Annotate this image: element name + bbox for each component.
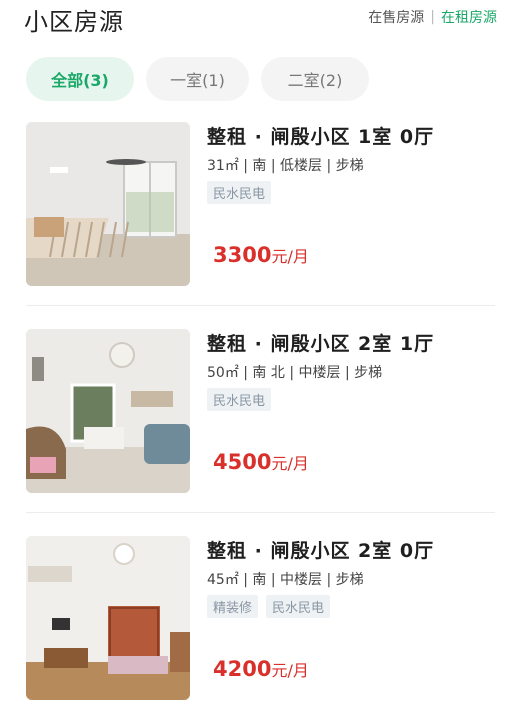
- filter-chip-two-room[interactable]: 二室(2): [261, 57, 369, 101]
- price-unit: 元/月: [271, 454, 309, 473]
- divider: [26, 305, 495, 306]
- divider: [26, 512, 495, 513]
- listing-price: 4500元/月: [213, 450, 309, 474]
- listing-info: 整租 · 闸殷小区 1室 0厅 31㎡ | 南 | 低楼层 | 步梯 民水民电: [207, 122, 495, 204]
- listing-meta: 31㎡ | 南 | 低楼层 | 步梯: [207, 158, 364, 174]
- listing-title: 整租 · 闸殷小区 2室 1厅: [207, 333, 435, 355]
- listing-tags: 精装修 民水民电: [207, 595, 495, 618]
- listing-card[interactable]: 整租 · 闸殷小区 2室 1厅 50㎡ | 南 北 | 中楼层 | 步梯 民水民…: [26, 307, 495, 513]
- listing-card[interactable]: 整租 · 闸殷小区 2室 0厅 45㎡ | 南 | 中楼层 | 步梯 精装修 民…: [26, 514, 495, 720]
- listing-tags: 民水民电: [207, 181, 495, 204]
- price-unit: 元/月: [271, 247, 309, 266]
- link-separator: |: [430, 9, 435, 25]
- listing-tag: 精装修: [207, 595, 259, 618]
- price-value: 3300: [213, 243, 272, 267]
- listing-info: 整租 · 闸殷小区 2室 0厅 45㎡ | 南 | 中楼层 | 步梯 精装修 民…: [207, 536, 495, 618]
- listing-tag: 民水民电: [207, 388, 272, 411]
- listing-photo[interactable]: [26, 536, 190, 700]
- listing-title: 整租 · 闸殷小区 2室 0厅: [207, 540, 435, 562]
- listing-meta: 45㎡ | 南 | 中楼层 | 步梯: [207, 572, 364, 588]
- listing-price: 3300元/月: [213, 243, 309, 267]
- listing-tags: 民水民电: [207, 388, 495, 411]
- price-value: 4500: [213, 450, 272, 474]
- header: 小区房源 在售房源 | 在租房源: [0, 0, 519, 40]
- listing-tag: 民水民电: [266, 595, 331, 618]
- page-title: 小区房源: [24, 8, 124, 36]
- listing-meta: 50㎡ | 南 北 | 中楼层 | 步梯: [207, 365, 383, 381]
- room-filter-bar: 全部(3) 一室(1) 二室(2): [26, 57, 369, 101]
- listing-info: 整租 · 闸殷小区 2室 1厅 50㎡ | 南 北 | 中楼层 | 步梯 民水民…: [207, 329, 495, 411]
- listing-tag: 民水民电: [207, 181, 272, 204]
- price-value: 4200: [213, 657, 272, 681]
- listing-card[interactable]: 整租 · 闸殷小区 1室 0厅 31㎡ | 南 | 低楼层 | 步梯 民水民电 …: [26, 100, 495, 306]
- listing-price: 4200元/月: [213, 657, 309, 681]
- listing-type-switch: 在售房源 | 在租房源: [368, 7, 497, 27]
- listing-photo[interactable]: [26, 122, 190, 286]
- price-unit: 元/月: [271, 661, 309, 680]
- listing-title: 整租 · 闸殷小区 1室 0厅: [207, 126, 435, 148]
- filter-chip-one-room[interactable]: 一室(1): [146, 57, 249, 101]
- for-rent-link[interactable]: 在租房源: [441, 7, 497, 27]
- listing-photo[interactable]: [26, 329, 190, 493]
- for-sale-link[interactable]: 在售房源: [368, 7, 424, 27]
- filter-chip-all[interactable]: 全部(3): [26, 57, 134, 101]
